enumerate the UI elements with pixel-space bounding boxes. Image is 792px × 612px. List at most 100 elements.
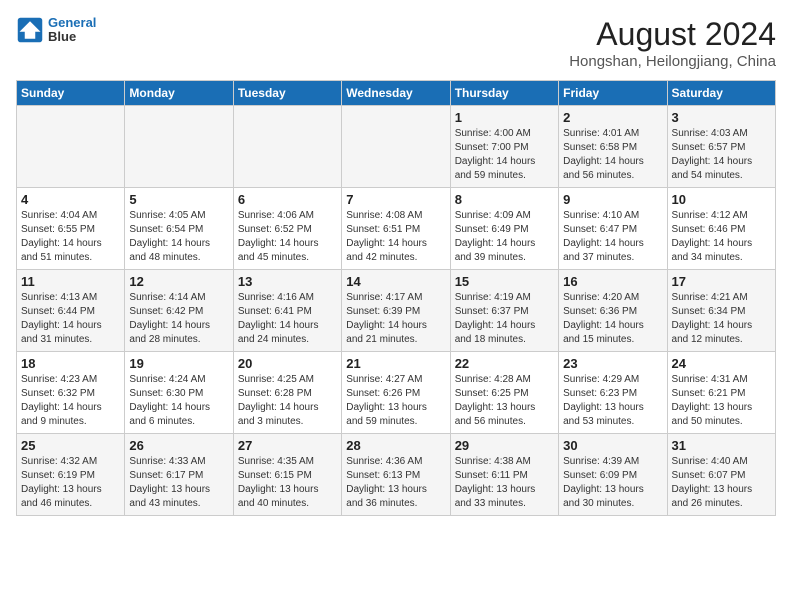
calendar-cell: [17, 106, 125, 188]
day-number: 20: [238, 356, 337, 371]
day-number: 4: [21, 192, 120, 207]
logo-line1: General: [48, 15, 96, 30]
calendar-week-1: 1Sunrise: 4:00 AMSunset: 7:00 PMDaylight…: [17, 106, 776, 188]
cell-content: Sunrise: 4:29 AMSunset: 6:23 PMDaylight:…: [563, 373, 662, 429]
day-number: 25: [21, 438, 120, 453]
calendar-cell: 7 Sunrise: 4:08 AMSunset: 6:51 PMDaylight…: [342, 188, 450, 270]
day-number: 8: [455, 192, 554, 207]
day-number: 23: [563, 356, 662, 371]
calendar-cell: 17 Sunrise: 4:21 AMSunset: 6:34 PMDayligh…: [667, 270, 775, 352]
day-number: 5: [129, 192, 228, 207]
day-number: 27: [238, 438, 337, 453]
cell-content: Sunrise: 4:36 AMSunset: 6:13 PMDaylight:…: [346, 455, 445, 511]
cell-content: Sunrise: 4:21 AMSunset: 6:34 PMDaylight:…: [672, 291, 771, 347]
day-number: 1: [455, 110, 554, 125]
calendar-cell: 25 Sunrise: 4:32 AMSunset: 6:19 PMDayligh…: [17, 434, 125, 516]
calendar-cell: 18 Sunrise: 4:23 AMSunset: 6:32 PMDayligh…: [17, 352, 125, 434]
logo-line2: Blue: [48, 30, 96, 44]
cell-content: Sunrise: 4:20 AMSunset: 6:36 PMDaylight:…: [563, 291, 662, 347]
logo-icon: [16, 16, 44, 44]
header-sunday: Sunday: [17, 81, 125, 106]
day-number: 16: [563, 274, 662, 289]
day-number: 17: [672, 274, 771, 289]
cell-content: Sunrise: 4:13 AMSunset: 6:44 PMDaylight:…: [21, 291, 120, 347]
header-tuesday: Tuesday: [233, 81, 341, 106]
calendar-cell: 14Sunrise: 4:17 AMSunset: 6:39 PMDayligh…: [342, 270, 450, 352]
cell-content: Sunrise: 4:06 AMSunset: 6:52 PMDaylight:…: [238, 209, 337, 265]
calendar-cell: 3 Sunrise: 4:03 AMSunset: 6:57 PMDaylight…: [667, 106, 775, 188]
day-number: 18: [21, 356, 120, 371]
cell-content: Sunrise: 4:35 AMSunset: 6:15 PMDaylight:…: [238, 455, 337, 511]
cell-content: Sunrise: 4:05 AMSunset: 6:54 PMDaylight:…: [129, 209, 228, 265]
cell-content: Sunrise: 4:33 AMSunset: 6:17 PMDaylight:…: [129, 455, 228, 511]
day-number: 19: [129, 356, 228, 371]
header-friday: Friday: [559, 81, 667, 106]
calendar-week-2: 4Sunrise: 4:04 AMSunset: 6:55 PMDaylight…: [17, 188, 776, 270]
calendar-header-row: SundayMondayTuesdayWednesdayThursdayFrid…: [17, 81, 776, 106]
calendar-week-3: 11 Sunrise: 4:13 AMSunset: 6:44 PMDayligh…: [17, 270, 776, 352]
cell-content: Sunrise: 4:14 AMSunset: 6:42 PMDaylight:…: [129, 291, 228, 347]
calendar-cell: 9 Sunrise: 4:10 AMSunset: 6:47 PMDaylight…: [559, 188, 667, 270]
header-wednesday: Wednesday: [342, 81, 450, 106]
cell-content: Sunrise: 4:19 AMSunset: 6:37 PMDaylight:…: [455, 291, 554, 347]
calendar-cell: 20 Sunrise: 4:25 AMSunset: 6:28 PMDayligh…: [233, 352, 341, 434]
day-number: 31: [672, 438, 771, 453]
calendar-week-5: 25 Sunrise: 4:32 AMSunset: 6:19 PMDayligh…: [17, 434, 776, 516]
logo-text: General Blue: [48, 16, 96, 45]
cell-content: Sunrise: 4:28 AMSunset: 6:25 PMDaylight:…: [455, 373, 554, 429]
calendar-cell: 11 Sunrise: 4:13 AMSunset: 6:44 PMDayligh…: [17, 270, 125, 352]
day-number: 7: [346, 192, 445, 207]
calendar-cell: [125, 106, 233, 188]
cell-content: Sunrise: 4:23 AMSunset: 6:32 PMDaylight:…: [21, 373, 120, 429]
calendar-cell: 10 Sunrise: 4:12 AMSunset: 6:46 PMDayligh…: [667, 188, 775, 270]
calendar-cell: 1Sunrise: 4:00 AMSunset: 7:00 PMDaylight…: [450, 106, 558, 188]
header: General Blue August 2024 Hongshan, Heilo…: [16, 16, 776, 70]
day-number: 6: [238, 192, 337, 207]
cell-content: Sunrise: 4:03 AMSunset: 6:57 PMDaylight:…: [672, 127, 771, 183]
day-number: 28: [346, 438, 445, 453]
calendar-cell: 8 Sunrise: 4:09 AMSunset: 6:49 PMDaylight…: [450, 188, 558, 270]
header-saturday: Saturday: [667, 81, 775, 106]
day-number: 26: [129, 438, 228, 453]
calendar-cell: [233, 106, 341, 188]
day-number: 10: [672, 192, 771, 207]
cell-content: Sunrise: 4:24 AMSunset: 6:30 PMDaylight:…: [129, 373, 228, 429]
calendar-cell: 26 Sunrise: 4:33 AMSunset: 6:17 PMDayligh…: [125, 434, 233, 516]
page-title: August 2024: [569, 16, 776, 53]
cell-content: Sunrise: 4:25 AMSunset: 6:28 PMDaylight:…: [238, 373, 337, 429]
calendar-cell: 23 Sunrise: 4:29 AMSunset: 6:23 PMDayligh…: [559, 352, 667, 434]
day-number: 13: [238, 274, 337, 289]
cell-content: Sunrise: 4:10 AMSunset: 6:47 PMDaylight:…: [563, 209, 662, 265]
cell-content: Sunrise: 4:09 AMSunset: 6:49 PMDaylight:…: [455, 209, 554, 265]
calendar-table: SundayMondayTuesdayWednesdayThursdayFrid…: [16, 80, 776, 516]
day-number: 11: [21, 274, 120, 289]
day-number: 9: [563, 192, 662, 207]
calendar-cell: 16 Sunrise: 4:20 AMSunset: 6:36 PMDayligh…: [559, 270, 667, 352]
cell-content: Sunrise: 4:32 AMSunset: 6:19 PMDaylight:…: [21, 455, 120, 511]
header-monday: Monday: [125, 81, 233, 106]
calendar-week-4: 18 Sunrise: 4:23 AMSunset: 6:32 PMDayligh…: [17, 352, 776, 434]
calendar-cell: 21Sunrise: 4:27 AMSunset: 6:26 PMDayligh…: [342, 352, 450, 434]
calendar-cell: 15 Sunrise: 4:19 AMSunset: 6:37 PMDayligh…: [450, 270, 558, 352]
calendar-cell: 19 Sunrise: 4:24 AMSunset: 6:30 PMDayligh…: [125, 352, 233, 434]
day-number: 24: [672, 356, 771, 371]
day-number: 2: [563, 110, 662, 125]
calendar-cell: 22Sunrise: 4:28 AMSunset: 6:25 PMDayligh…: [450, 352, 558, 434]
calendar-cell: 29 Sunrise: 4:38 AMSunset: 6:11 PMDayligh…: [450, 434, 558, 516]
cell-content: Sunrise: 4:08 AMSunset: 6:51 PMDaylight:…: [346, 209, 445, 265]
cell-content: Sunrise: 4:38 AMSunset: 6:11 PMDaylight:…: [455, 455, 554, 511]
calendar-cell: 6 Sunrise: 4:06 AMSunset: 6:52 PMDaylight…: [233, 188, 341, 270]
calendar-cell: 24Sunrise: 4:31 AMSunset: 6:21 PMDayligh…: [667, 352, 775, 434]
day-number: 3: [672, 110, 771, 125]
page-subtitle: Hongshan, Heilongjiang, China: [569, 53, 776, 70]
calendar-cell: 28 Sunrise: 4:36 AMSunset: 6:13 PMDayligh…: [342, 434, 450, 516]
cell-content: Sunrise: 4:39 AMSunset: 6:09 PMDaylight:…: [563, 455, 662, 511]
calendar-cell: 31Sunrise: 4:40 AMSunset: 6:07 PMDayligh…: [667, 434, 775, 516]
cell-content: Sunrise: 4:12 AMSunset: 6:46 PMDaylight:…: [672, 209, 771, 265]
header-thursday: Thursday: [450, 81, 558, 106]
calendar-cell: 30Sunrise: 4:39 AMSunset: 6:09 PMDayligh…: [559, 434, 667, 516]
calendar-cell: 13Sunrise: 4:16 AMSunset: 6:41 PMDayligh…: [233, 270, 341, 352]
day-number: 15: [455, 274, 554, 289]
day-number: 29: [455, 438, 554, 453]
cell-content: Sunrise: 4:17 AMSunset: 6:39 PMDaylight:…: [346, 291, 445, 347]
